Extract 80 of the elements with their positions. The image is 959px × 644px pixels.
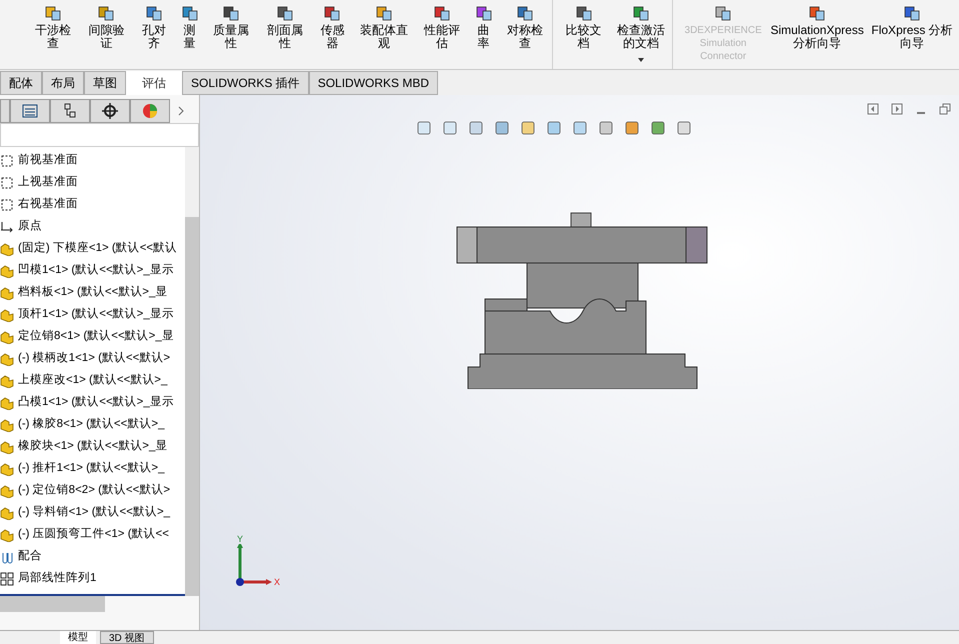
part-icon [0,264,14,278]
axis-label: Y [236,534,244,544]
toolbar-button[interactable]: 剖面属性 [258,0,312,50]
panel-tab[interactable] [10,99,50,123]
plane-icon [0,154,14,168]
model-tab[interactable]: 3D 视图 [100,631,154,644]
tree-item[interactable]: 橡胶块<1> (默认<<默认>_显 [0,436,185,458]
part-icon [0,462,14,476]
tree-item[interactable]: 上模座改<1> (默认<<默认>_ [0,370,185,392]
filter-field[interactable] [0,123,199,147]
tree-item[interactable]: (-) 橡胶8<1> (默认<<默认>_ [0,414,185,436]
origin-icon [0,220,14,234]
part-icon [0,352,14,366]
plane-icon [0,198,14,212]
toolbar-button[interactable]: 传感器 [312,0,354,50]
tree-item[interactable]: 配合 [0,546,185,568]
ribbon-tab[interactable]: 配体 [0,71,42,95]
tree-item[interactable]: 原点 [0,216,185,238]
plane-icon [0,176,14,190]
ribbon-tab[interactable]: 草图 [84,71,126,95]
toolbar-button[interactable]: SimulationXpress 分析向导 [769,0,866,50]
part-icon [0,440,14,454]
axis-triad-drawing [236,544,274,588]
tree-item[interactable]: (-) 推杆1<1> (默认<<默认>_ [0,458,185,480]
part-icon [0,330,14,344]
ribbon-tab[interactable]: SOLIDWORKS MBD [308,71,438,95]
toolbar-button[interactable]: 干涉检查 [26,0,80,50]
tree-item[interactable]: 凸模1<1> (默认<<默认>_显示 [0,392,185,414]
toolbar-button[interactable]: FloXpress 分析向导 [865,0,959,50]
crosshair-icon [102,103,118,119]
toolbar-button[interactable]: 性能评估 [415,0,469,50]
part-icon [0,308,14,322]
toolbar-button[interactable]: 比较文档 [557,0,610,50]
part-icon [0,242,14,256]
model-tab[interactable]: 模型 [60,631,96,644]
list-icon [22,104,38,118]
part-icon [0,528,14,542]
tree-item[interactable]: 凹模1<1> (默认<<默认>_显示 [0,260,185,282]
scrollbar[interactable] [185,147,199,596]
pattern-icon [0,572,14,586]
tree-item[interactable]: (-) 压圆预弯工件<1> (默认<< [0,524,185,546]
tree-item[interactable]: 局部线性阵列1 [0,568,185,590]
tree-item[interactable]: 顶杆1<1> (默认<<默认>_显示 [0,304,185,326]
tree-item[interactable]: 上视基准面 [0,172,185,194]
part-icon [0,374,14,388]
axis-label: X [274,577,280,588]
tree-item[interactable]: 档料板<1> (默认<<默认>_显 [0,282,185,304]
toolbar-button[interactable]: 测量 [174,0,204,50]
tree-item[interactable]: 前视基准面 [0,150,185,172]
ribbon-tab[interactable]: 布局 [42,71,84,95]
tree-item[interactable]: (-) 定位销8<2> (默认<<默认> [0,480,185,502]
toolbar-button[interactable]: 质量属性 [204,0,258,50]
paperclip-icon [0,550,14,564]
toolbar-button[interactable]: 装配体直观 [353,0,416,50]
panel-tab[interactable] [90,99,130,123]
ribbon-tab[interactable]: 评估 [126,71,182,95]
toolbar-button[interactable]: 检查激活的文档 [610,0,672,62]
restore-icon[interactable] [939,103,951,115]
part-icon [0,286,14,300]
part-icon [0,484,14,498]
toolbar-button[interactable]: 孔对齐 [133,0,175,50]
config-icon [63,103,77,119]
tree-item[interactable]: (-) 模柄改1<1> (默认<<默认> [0,348,185,370]
part-icon [0,396,14,410]
panel-left-icon[interactable] [867,103,879,115]
toolbar-button[interactable]: 对称检查 [498,0,552,50]
ribbon-tab[interactable]: SOLIDWORKS 插件 [182,71,309,95]
toolbar-button[interactable]: 间隙验证 [80,0,134,50]
toolbar-button[interactable]: 曲率 [468,0,498,50]
tree-item[interactable]: (固定) 下模座<1> (默认<<默认 [0,238,185,260]
tree-item[interactable]: 右视基准面 [0,194,185,216]
caret-icon [638,58,644,62]
chevron-icon[interactable] [178,106,184,116]
panel-tab[interactable] [50,99,90,123]
tree-item[interactable]: 定位销8<1> (默认<<默认>_显 [0,326,185,348]
tree-item[interactable]: (-) 导料销<1> (默认<<默认>_ [0,502,185,524]
part-icon [0,506,14,520]
panel-right-icon[interactable] [891,103,903,115]
part-icon [0,418,14,432]
appearance-icon [142,103,158,119]
